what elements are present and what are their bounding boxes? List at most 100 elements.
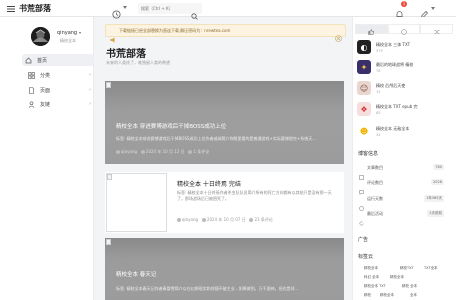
tag-link[interactable]: 全本: [410, 293, 417, 298]
stat-label: 文章数目: [367, 165, 383, 170]
tag-link[interactable]: 精校 全本: [402, 284, 417, 289]
post-author[interactable]: qinyang: [182, 217, 198, 222]
clock-icon[interactable]: [112, 4, 121, 19]
gift-icon: ❖: [357, 102, 371, 116]
user-icon: [28, 100, 35, 108]
menu-icon[interactable]: [6, 4, 15, 13]
hot-post[interactable]: ☻ 精校全本 无敌全本 34: [356, 124, 448, 142]
tag-link[interactable]: 精校全本: [390, 275, 404, 280]
clock-icon: [401, 20, 407, 39]
post-title[interactable]: 精校全本 春天记: [116, 270, 156, 278]
post-meta: qinyang 2024 年 10 月 07 日 23 条评论: [177, 217, 273, 223]
stat-label: 最后活动: [367, 211, 383, 216]
file-icon: [359, 165, 364, 180]
post-title[interactable]: 精校全本 十日终焉 完结: [177, 179, 241, 188]
ad-heading: 广告: [358, 237, 369, 243]
chevron-down-icon[interactable]: [79, 32, 81, 34]
hot-post[interactable]: ◐ 精校全本 三体 TXT 379: [356, 40, 448, 58]
sidebar-item-home[interactable]: 首页: [22, 54, 94, 66]
refresh-icon: [359, 211, 364, 226]
hot-post[interactable]: ✦ 最后的地球战将 精校 76: [356, 60, 448, 78]
hot-post-title[interactable]: 最后的地球战将 精校: [376, 62, 413, 68]
tag-link[interactable]: 科幻 全本: [364, 275, 379, 280]
post-card[interactable]: 精校全本 穿进赛博游戏后干掉BOSS成功上位 标签: 精校全本穿进赛博游戏后干掉…: [105, 81, 344, 164]
clock-icon: [359, 196, 364, 211]
author-icon: [177, 218, 181, 222]
calendar-icon: [201, 218, 206, 222]
edit-icon[interactable]: [420, 4, 429, 19]
hot-post-views: 76: [376, 69, 381, 73]
notification-badge: 1: [401, 1, 407, 7]
tag-link[interactable]: 精校TXT: [400, 266, 414, 271]
post-author[interactable]: qinyang: [121, 149, 137, 154]
chevron-down-icon[interactable]: [431, 7, 435, 10]
stat-label: 运行天数: [367, 196, 383, 201]
tab-latest[interactable]: [387, 24, 421, 35]
hot-post-views: 379: [376, 49, 383, 53]
sidebar-item-pages[interactable]: 页面 ›: [25, 84, 94, 96]
stat-value: 760: [433, 164, 444, 170]
tag-link[interactable]: 精校全本: [364, 266, 378, 271]
sidebar-item-category[interactable]: 分类 ›: [25, 69, 94, 81]
character-icon: ☺: [357, 81, 371, 95]
tab-random[interactable]: [420, 24, 454, 34]
galaxy-icon: ✦: [357, 60, 371, 74]
hot-post-views: 34: [376, 133, 381, 137]
file-icon: [28, 86, 35, 94]
post-excerpt: 标签: 精校全本十日终焉作者杀虫队队员简介所有的死亡方向都有以其结只是没有那一天…: [177, 190, 332, 201]
megaphone-icon: [110, 28, 116, 43]
post-card[interactable]: 精校全本 十日终焉 完结 标签: 精校全本十日终焉作者杀虫队队员简介所有的死亡方…: [105, 172, 344, 233]
search-input[interactable]: [141, 4, 187, 13]
hot-post-title[interactable]: 精校全本 三体 TXT: [376, 42, 410, 48]
hot-post-title[interactable]: 精校 后颅后天使: [376, 83, 405, 89]
post-thumbnail[interactable]: [106, 173, 167, 232]
stat-label: 评论数目: [367, 180, 383, 185]
tag-link[interactable]: 精校全本 TXT: [364, 284, 386, 289]
comment-icon: [188, 150, 193, 154]
stat-last-active: 最后活动 2天前前: [356, 209, 446, 226]
chevron-right-icon: ›: [89, 101, 91, 107]
hot-post-views: 15: [376, 90, 381, 94]
widget-tabs: [355, 24, 454, 35]
post-meta: qinyang 2024 年 10 月 12 日 1 条评论: [116, 149, 209, 155]
post-comments[interactable]: 1 条评论: [193, 149, 209, 154]
tag-link[interactable]: 精校全本: [380, 293, 394, 298]
hot-post-title[interactable]: 精校全本 无敌全本: [376, 126, 409, 132]
search-icon[interactable]: [191, 5, 198, 20]
top-bar: 书荒部落 1: [0, 0, 456, 20]
comment-icon: [359, 180, 364, 196]
sidebar-item-links[interactable]: 友链 ›: [25, 98, 94, 110]
tag-link[interactable]: TXT全本: [424, 266, 438, 271]
comment-icon: [249, 218, 254, 222]
username[interactable]: qinyang: [57, 30, 77, 36]
emoji-icon: ☻: [357, 124, 371, 138]
hot-post[interactable]: ☺ 精校 后颅后天使 15: [356, 81, 448, 99]
post-excerpt: 标签: 精校全本穿进赛博游戏后干掉BOSS成功上位作者戚昶简介你眼里看的是普通游…: [116, 136, 317, 141]
tab-hot[interactable]: [355, 24, 388, 35]
grid-icon: [28, 71, 35, 79]
blog-info-heading: 博客信息: [358, 151, 379, 157]
post-date: 2024 年 10 月 12 日: [145, 149, 185, 154]
hot-post[interactable]: ❖ 精校全本 TXT epub 完 85: [356, 102, 448, 120]
calendar-icon: [140, 150, 145, 154]
post-title[interactable]: 精校全本 穿进赛博游戏后干掉BOSS成功上位: [116, 122, 226, 130]
stat-value: 1年365天: [424, 195, 444, 202]
search-box[interactable]: [138, 3, 202, 20]
hot-post-title[interactable]: 精校全本 TXT epub 完: [376, 104, 417, 110]
post-date: 2024 年 10 月 07 日: [206, 217, 246, 222]
shuffle-icon: [434, 20, 440, 39]
sidebar-item-label: 友链: [40, 101, 51, 108]
broken-image-icon: [107, 174, 112, 180]
close-icon[interactable]: [335, 27, 342, 42]
broken-image-icon: [106, 82, 111, 88]
stat-days: 运行天数 1年365天: [356, 194, 446, 211]
chevron-right-icon: ›: [89, 87, 91, 93]
download-notice: 下载链接已经全部替换为直连下载,解压密码为：nrewtea.com: [105, 24, 346, 43]
site-name[interactable]: 书荒部落: [19, 3, 51, 14]
post-card[interactable]: 精校全本 春天记 标签: 精校全本春天记作者春冒雪简介以在幻想现实和伴随不被主业…: [105, 238, 344, 300]
post-comments[interactable]: 23 条评论: [254, 217, 272, 222]
chevron-right-icon: ›: [89, 72, 91, 78]
avatar[interactable]: [31, 27, 50, 46]
chevron-down-icon[interactable]: [123, 6, 127, 9]
tag-link[interactable]: 精校: [364, 293, 371, 298]
